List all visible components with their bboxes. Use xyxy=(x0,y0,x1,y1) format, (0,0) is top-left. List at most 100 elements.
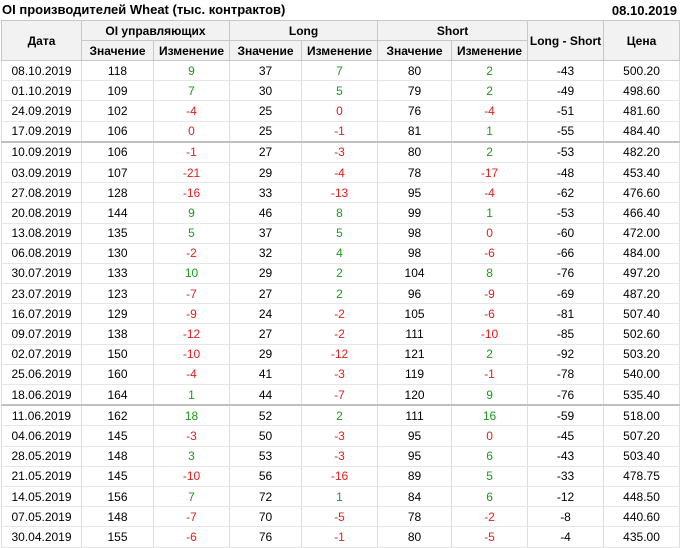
short-change-cell: 2 xyxy=(451,80,529,102)
short-change-cell: 5 xyxy=(451,466,529,487)
long-short-cell: -76 xyxy=(527,263,605,285)
header-oi-change: Изменение xyxy=(152,40,231,61)
oi-change-cell: 1 xyxy=(152,384,231,406)
oi-value-cell: 164 xyxy=(81,384,154,406)
price-cell: 503.40 xyxy=(603,446,680,467)
long-value-cell: 27 xyxy=(229,283,303,305)
long-value-cell: 46 xyxy=(229,202,303,224)
date-cell: 09.07.2019 xyxy=(1,323,82,345)
date-cell: 27.08.2019 xyxy=(1,182,82,204)
oi-value-cell: 130 xyxy=(81,243,154,264)
long-change-cell: 2 xyxy=(301,404,379,427)
long-value-cell: 76 xyxy=(229,526,303,548)
oi-value-cell: 102 xyxy=(81,100,154,122)
long-change-cell: 8 xyxy=(301,202,379,224)
price-cell: 535.40 xyxy=(603,384,680,406)
long-short-cell: -45 xyxy=(527,425,605,447)
short-value-cell: 120 xyxy=(377,384,453,406)
short-change-cell: 0 xyxy=(451,223,529,244)
date-cell: 21.05.2019 xyxy=(1,466,82,487)
long-value-cell: 25 xyxy=(229,121,303,143)
short-change-cell: -9 xyxy=(451,283,529,305)
long-change-cell: 7 xyxy=(301,60,379,82)
short-change-cell: 2 xyxy=(451,140,529,163)
oi-value-cell: 148 xyxy=(81,506,154,528)
oi-value-cell: 148 xyxy=(81,446,154,467)
table-row: 06.08.2019 130 -2 32 4 98 -6 -66 484.00 xyxy=(1,243,680,264)
price-cell: 466.40 xyxy=(603,202,680,224)
short-value-cell: 78 xyxy=(377,506,453,528)
oi-change-cell: -7 xyxy=(152,506,231,528)
long-change-cell: 5 xyxy=(301,223,379,244)
header-long: Long xyxy=(229,20,379,41)
header-long-value: Значение xyxy=(229,40,303,61)
short-value-cell: 119 xyxy=(377,364,453,386)
short-value-cell: 80 xyxy=(377,526,453,548)
oi-change-cell: -9 xyxy=(152,303,231,325)
table-row: 28.05.2019 148 3 53 -3 95 6 -43 503.40 xyxy=(1,446,680,467)
price-cell: 540.00 xyxy=(603,364,680,386)
header-oi-value: Значение xyxy=(81,40,154,61)
header-short-change: Изменение xyxy=(451,40,529,61)
short-value-cell: 121 xyxy=(377,344,453,365)
oi-value-cell: 123 xyxy=(81,283,154,305)
date-cell: 02.07.2019 xyxy=(1,344,82,365)
long-value-cell: 27 xyxy=(229,140,303,163)
long-value-cell: 50 xyxy=(229,425,303,447)
long-value-cell: 33 xyxy=(229,182,303,204)
table-row: 23.07.2019 123 -7 27 2 96 -9 -69 487.20 xyxy=(1,283,680,305)
long-change-cell: 2 xyxy=(301,283,379,305)
long-change-cell: 2 xyxy=(301,263,379,285)
oi-change-cell: -3 xyxy=(152,425,231,447)
price-cell: 476.60 xyxy=(603,182,680,204)
long-value-cell: 29 xyxy=(229,344,303,365)
long-short-cell: -85 xyxy=(527,323,605,345)
long-change-cell: -7 xyxy=(301,384,379,406)
oi-change-cell: 10 xyxy=(152,263,231,285)
table-row: 10.09.2019 106 -1 27 -3 80 2 -53 482.20 xyxy=(1,140,680,163)
long-change-cell: -5 xyxy=(301,506,379,528)
long-value-cell: 53 xyxy=(229,446,303,467)
long-change-cell: -3 xyxy=(301,425,379,447)
long-short-cell: -66 xyxy=(527,243,605,264)
short-value-cell: 84 xyxy=(377,486,453,508)
short-value-cell: 99 xyxy=(377,202,453,224)
long-value-cell: 37 xyxy=(229,223,303,244)
price-cell: 440.60 xyxy=(603,506,680,528)
short-value-cell: 96 xyxy=(377,283,453,305)
long-value-cell: 44 xyxy=(229,384,303,406)
long-short-cell: -51 xyxy=(527,100,605,122)
header-price: Цена xyxy=(603,20,680,61)
long-value-cell: 41 xyxy=(229,364,303,386)
oi-change-cell: -4 xyxy=(152,364,231,386)
short-value-cell: 104 xyxy=(377,263,453,285)
short-change-cell: 1 xyxy=(451,121,529,143)
short-change-cell: 0 xyxy=(451,425,529,447)
date-cell: 24.09.2019 xyxy=(1,100,82,122)
page-title: OI производителей Wheat (тыс. контрактов… xyxy=(2,2,286,17)
oi-change-cell: -4 xyxy=(152,100,231,122)
short-value-cell: 80 xyxy=(377,60,453,82)
price-cell: 472.00 xyxy=(603,223,680,244)
long-value-cell: 32 xyxy=(229,243,303,264)
oi-value-cell: 156 xyxy=(81,486,154,508)
long-value-cell: 25 xyxy=(229,100,303,122)
table-row: 09.07.2019 138 -12 27 -2 111 -10 -85 502.60 xyxy=(1,323,680,345)
oi-change-cell: -12 xyxy=(152,323,231,345)
price-cell: 487.20 xyxy=(603,283,680,305)
header-short: Short xyxy=(377,20,529,41)
long-value-cell: 56 xyxy=(229,466,303,487)
long-short-cell: -92 xyxy=(527,344,605,365)
oi-change-cell: 9 xyxy=(152,202,231,224)
oi-value-cell: 162 xyxy=(81,404,154,427)
short-change-cell: -5 xyxy=(451,526,529,548)
oi-change-cell: -7 xyxy=(152,283,231,305)
oi-change-cell: 3 xyxy=(152,446,231,467)
long-change-cell: 1 xyxy=(301,486,379,508)
oi-change-cell: 18 xyxy=(152,404,231,427)
price-cell: 507.20 xyxy=(603,425,680,447)
table-row: 16.07.2019 129 -9 24 -2 105 -6 -81 507.40 xyxy=(1,303,680,325)
long-value-cell: 72 xyxy=(229,486,303,508)
price-cell: 502.60 xyxy=(603,323,680,345)
short-value-cell: 76 xyxy=(377,100,453,122)
